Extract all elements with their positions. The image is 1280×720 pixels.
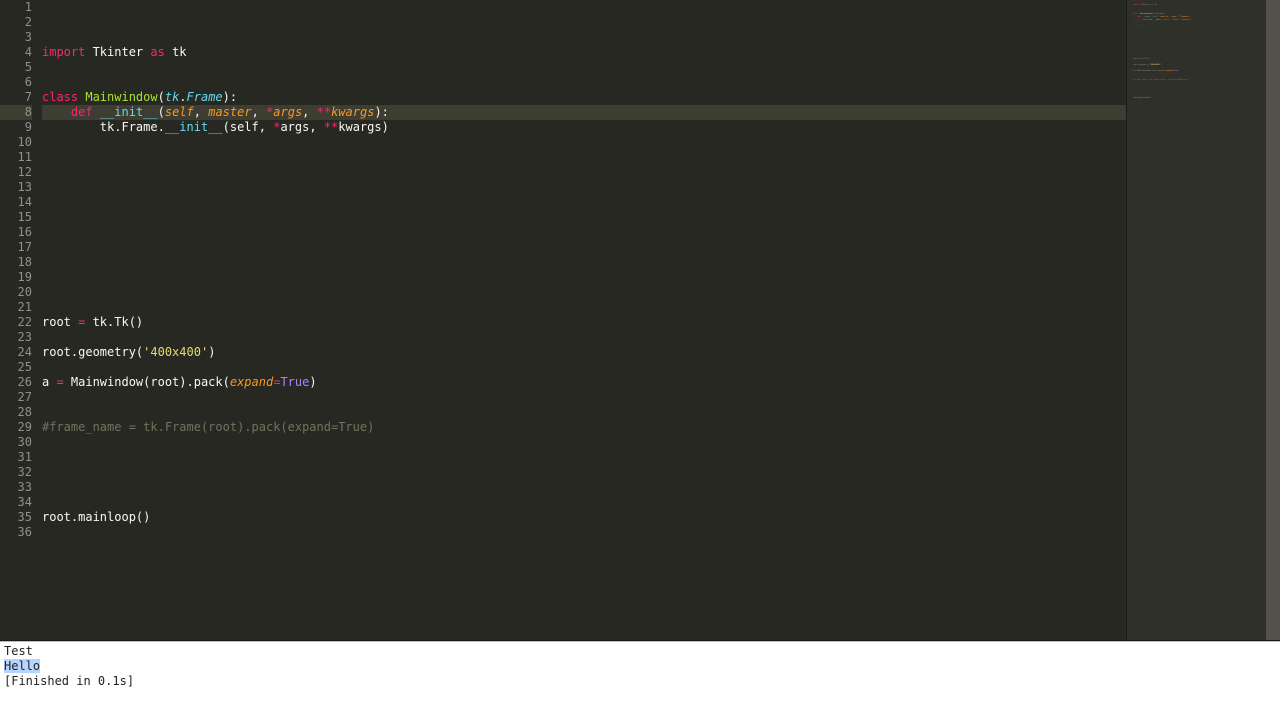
code-line[interactable]: a = Mainwindow(root).pack(expand=True) [42, 375, 1126, 390]
console-line: [Finished in 0.1s] [4, 674, 1276, 689]
code-line[interactable]: root = tk.Tk() [42, 315, 1126, 330]
code-line[interactable] [42, 270, 1126, 285]
console-line: Test [4, 644, 1276, 659]
line-number: 31 [0, 450, 32, 465]
line-number: 14 [0, 195, 32, 210]
code-line[interactable]: import Tkinter as tk [42, 45, 1126, 60]
code-line[interactable] [42, 285, 1126, 300]
line-number-gutter: 1234567891011121314151617181920212223242… [0, 0, 42, 640]
line-number: 18 [0, 255, 32, 270]
code-line[interactable] [42, 480, 1126, 495]
line-number: 1 [0, 0, 32, 15]
line-number: 22 [0, 315, 32, 330]
line-number: 11 [0, 150, 32, 165]
line-number: 29 [0, 420, 32, 435]
code-line[interactable] [42, 300, 1126, 315]
minimap-line [1133, 109, 1260, 112]
code-line[interactable] [42, 255, 1126, 270]
console-line: Hello [4, 659, 1276, 674]
code-line[interactable] [42, 60, 1126, 75]
line-number: 19 [0, 270, 32, 285]
line-number: 7 [0, 90, 32, 105]
code-line[interactable] [42, 525, 1126, 540]
build-output-panel[interactable]: TestHello[Finished in 0.1s] [0, 641, 1280, 720]
line-number: 3 [0, 30, 32, 45]
line-number: 5 [0, 60, 32, 75]
code-line[interactable] [42, 465, 1126, 480]
code-line[interactable]: def __init__(self, master, *args, **kwar… [42, 105, 1126, 120]
line-number: 17 [0, 240, 32, 255]
code-line[interactable] [42, 495, 1126, 510]
code-area[interactable]: import Tkinter as tk class Mainwindow(tk… [42, 0, 1126, 640]
line-number: 25 [0, 360, 32, 375]
code-line[interactable]: tk.Frame.__init__(self, *args, **kwargs) [42, 120, 1126, 135]
code-line[interactable] [42, 555, 1126, 570]
code-line[interactable] [42, 135, 1126, 150]
code-line[interactable] [42, 405, 1126, 420]
line-number: 20 [0, 285, 32, 300]
line-number: 23 [0, 330, 32, 345]
code-line[interactable]: #frame_name = tk.Frame(root).pack(expand… [42, 420, 1126, 435]
code-line[interactable] [42, 225, 1126, 240]
code-line[interactable] [42, 450, 1126, 465]
code-line[interactable] [42, 75, 1126, 90]
code-line[interactable]: root.geometry('400x400') [42, 345, 1126, 360]
line-number: 27 [0, 390, 32, 405]
line-number: 2 [0, 15, 32, 30]
code-line[interactable]: root.mainloop() [42, 510, 1126, 525]
line-number: 10 [0, 135, 32, 150]
code-line[interactable] [42, 435, 1126, 450]
line-number: 36 [0, 525, 32, 540]
code-line[interactable] [42, 360, 1126, 375]
minimap[interactable]: import·Tkinter·as·tkclass·Mainwindow(tk.… [1126, 0, 1266, 640]
code-line[interactable] [42, 195, 1126, 210]
code-line[interactable] [42, 540, 1126, 555]
line-number: 26 [0, 375, 32, 390]
code-line[interactable] [42, 180, 1126, 195]
line-number: 30 [0, 435, 32, 450]
vertical-scrollbar[interactable] [1266, 0, 1280, 640]
line-number: 13 [0, 180, 32, 195]
line-number: 9 [0, 120, 32, 135]
line-number: 33 [0, 480, 32, 495]
code-line[interactable] [42, 570, 1126, 585]
code-line[interactable] [42, 150, 1126, 165]
line-number: 8 [0, 105, 32, 120]
code-line[interactable] [42, 165, 1126, 180]
editor-pane[interactable]: 1234567891011121314151617181920212223242… [0, 0, 1280, 641]
line-number: 24 [0, 345, 32, 360]
line-number: 35 [0, 510, 32, 525]
code-line[interactable] [42, 390, 1126, 405]
line-number: 28 [0, 405, 32, 420]
code-line[interactable]: class Mainwindow(tk.Frame): [42, 90, 1126, 105]
line-number: 12 [0, 165, 32, 180]
scrollbar-thumb[interactable] [1266, 0, 1280, 640]
code-line[interactable] [42, 330, 1126, 345]
line-number: 4 [0, 45, 32, 60]
line-number: 21 [0, 300, 32, 315]
code-line[interactable] [42, 240, 1126, 255]
line-number: 16 [0, 225, 32, 240]
line-number: 15 [0, 210, 32, 225]
line-number: 32 [0, 465, 32, 480]
line-number: 6 [0, 75, 32, 90]
code-line[interactable] [42, 210, 1126, 225]
line-number: 34 [0, 495, 32, 510]
